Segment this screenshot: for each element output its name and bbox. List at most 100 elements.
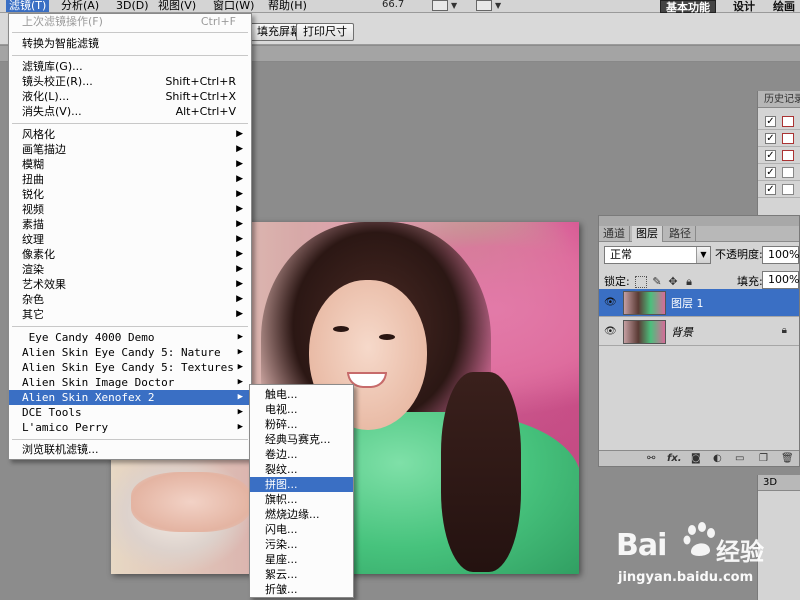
fx-icon[interactable]: fx.: [667, 453, 682, 464]
visibility-eye-icon[interactable]: 👁︎: [604, 298, 617, 308]
workspace-paint-button[interactable]: 绘画: [768, 0, 800, 13]
menu-item-render[interactable]: 渲染 ▶: [9, 262, 251, 277]
adjustment-layer-icon[interactable]: ◐: [713, 453, 722, 464]
submenu-item-burnt-edges[interactable]: 燃烧边缘...: [250, 507, 353, 522]
menu-item-lamico-perry[interactable]: L'amico Perry ▶: [9, 420, 251, 435]
workspace-design-button[interactable]: 设计: [728, 0, 760, 13]
submenu-item-wrinkle[interactable]: 折皱...: [250, 582, 353, 597]
menu-help[interactable]: 帮助(H): [265, 0, 310, 12]
menu-item-convert-smart[interactable]: 转换为智能滤镜: [9, 36, 251, 51]
menu-item-eye-candy-nature[interactable]: Alien Skin Eye Candy 5: Nature ▶: [9, 345, 251, 360]
menu-item-label: 杂色: [22, 293, 44, 306]
menu-item-label: 燃烧边缘...: [265, 508, 320, 521]
chevron-down-icon[interactable]: ▼: [495, 1, 501, 10]
submenu-item-flag[interactable]: 旗帜...: [250, 492, 353, 507]
lock-transparency-icon[interactable]: [635, 276, 647, 288]
menu-item-image-doctor[interactable]: Alien Skin Image Doctor ▶: [9, 375, 251, 390]
checkmark-icon[interactable]: ✓: [765, 133, 776, 144]
menu-item-liquify[interactable]: 液化(L)... Shift+Ctrl+X: [9, 89, 251, 104]
menu-analysis[interactable]: 分析(A): [58, 0, 102, 12]
submenu-arrow-icon: ▶: [237, 377, 243, 387]
menu-item-sharpen[interactable]: 锐化 ▶: [9, 187, 251, 202]
menu-item-browse-online[interactable]: 浏览联机滤镜...: [9, 442, 251, 457]
menu-item-stylize[interactable]: 风格化 ▶: [9, 127, 251, 142]
menu-item-pixelate[interactable]: 像素化 ▶: [9, 247, 251, 262]
fill-label: 填充:: [737, 275, 763, 288]
brush-icon[interactable]: ✎: [651, 276, 663, 288]
menu-item-artistic[interactable]: 艺术效果 ▶: [9, 277, 251, 292]
menu-item-sketch[interactable]: 素描 ▶: [9, 217, 251, 232]
menu-view[interactable]: 视图(V): [155, 0, 199, 12]
submenu-item-constellation[interactable]: 星座...: [250, 552, 353, 567]
menu-item-eye-candy-textures[interactable]: Alien Skin Eye Candy 5: Textures ▶: [9, 360, 251, 375]
panel-collapse-strip[interactable]: [599, 216, 799, 226]
submenu-item-television[interactable]: 电视...: [250, 402, 353, 417]
history-panel-title[interactable]: 历史记录: [758, 91, 800, 108]
tab-paths[interactable]: 路径: [665, 226, 696, 242]
checkmark-icon[interactable]: ✓: [765, 150, 776, 161]
submenu-item-electrify[interactable]: 触电...: [250, 387, 353, 402]
blend-mode-select[interactable]: 正常 ▼: [604, 246, 711, 264]
menu-item-eye-candy-4000[interactable]: Eye Candy 4000 Demo ▶: [9, 330, 251, 345]
tab-channels[interactable]: 通道: [599, 226, 630, 242]
lock-icon[interactable]: 🔒︎: [683, 276, 695, 288]
menu-item-noise[interactable]: 杂色 ▶: [9, 292, 251, 307]
checkmark-icon[interactable]: ✓: [765, 116, 776, 127]
menu-item-filter-gallery[interactable]: 滤镜库(G)...: [9, 59, 251, 74]
submenu-arrow-icon: ▶: [237, 362, 243, 372]
menu-item-texture[interactable]: 纹理 ▶: [9, 232, 251, 247]
checkmark-icon[interactable]: ✓: [765, 184, 776, 195]
menu-item-lens-correction[interactable]: 镜头校正(R)... Shift+Ctrl+R: [9, 74, 251, 89]
menu-filter[interactable]: 滤镜(T): [6, 0, 50, 12]
print-size-button[interactable]: 打印尺寸: [296, 23, 354, 41]
move-icon[interactable]: ✥: [667, 276, 679, 288]
submenu-item-shatter[interactable]: 粉碎...: [250, 417, 353, 432]
menu-separator: [12, 55, 248, 56]
zoom-level[interactable]: 66.7: [382, 0, 404, 10]
new-layer-icon[interactable]: ❐: [759, 453, 768, 464]
workspace-basic-button[interactable]: 基本功能: [660, 0, 716, 14]
arrange-documents-icon[interactable]: [432, 0, 448, 11]
fill-field[interactable]: 100%: [762, 271, 799, 289]
submenu-item-crumple[interactable]: 裂纹...: [250, 462, 353, 477]
history-row[interactable]: ✓: [758, 147, 800, 164]
group-folder-icon[interactable]: ▭: [735, 453, 744, 464]
lock-label: 锁定:: [604, 275, 630, 288]
screen-mode-icon[interactable]: [476, 0, 492, 11]
menu-item-label: 模糊: [22, 158, 44, 171]
tab-layers[interactable]: 图层: [632, 226, 663, 242]
visibility-eye-icon[interactable]: 👁︎: [604, 327, 617, 337]
link-layers-icon[interactable]: ⚯: [647, 453, 655, 464]
layer-row-layer1[interactable]: 👁︎ 图层 1: [599, 289, 799, 317]
layer-row-background[interactable]: 👁︎ 背景 🔒︎: [599, 318, 799, 346]
submenu-item-lightning[interactable]: 闪电...: [250, 522, 353, 537]
submenu-item-stain[interactable]: 污染...: [250, 537, 353, 552]
chevron-down-icon[interactable]: ▼: [451, 1, 457, 10]
shortcut-label: Ctrl+F: [200, 15, 236, 28]
menu-item-xenofex-2[interactable]: Alien Skin Xenofex 2 ▶: [9, 390, 251, 405]
add-mask-icon[interactable]: ◙: [691, 453, 701, 464]
menu-3d[interactable]: 3D(D): [113, 0, 152, 12]
history-row[interactable]: ✓: [758, 181, 800, 198]
submenu-item-curl[interactable]: 卷边...: [250, 447, 353, 462]
history-row[interactable]: ✓: [758, 113, 800, 130]
opacity-field[interactable]: 100%: [762, 246, 799, 264]
menu-item-last-filter[interactable]: 上次滤镜操作(F) Ctrl+F: [9, 14, 251, 29]
submenu-item-classic-mosaic[interactable]: 经典马赛克...: [250, 432, 353, 447]
menu-window[interactable]: 窗口(W): [210, 0, 257, 12]
history-row[interactable]: ✓: [758, 164, 800, 181]
menu-item-vanishing-point[interactable]: 消失点(V)... Alt+Ctrl+V: [9, 104, 251, 119]
menu-item-blur[interactable]: 模糊 ▶: [9, 157, 251, 172]
submenu-item-clouds[interactable]: 絮云...: [250, 567, 353, 582]
menu-item-other[interactable]: 其它 ▶: [9, 307, 251, 322]
menu-item-distort[interactable]: 扭曲 ▶: [9, 172, 251, 187]
menu-item-video[interactable]: 视频 ▶: [9, 202, 251, 217]
menu-item-dce-tools[interactable]: DCE Tools ▶: [9, 405, 251, 420]
trash-icon[interactable]: 🗑︎: [781, 453, 794, 464]
menu-item-label: 卷边...: [265, 448, 298, 461]
checkmark-icon[interactable]: ✓: [765, 167, 776, 178]
submenu-item-puzzle[interactable]: 拼图...: [250, 477, 353, 492]
history-row[interactable]: ✓: [758, 130, 800, 147]
3d-panel-title[interactable]: 3D: [758, 475, 800, 491]
menu-item-brush-strokes[interactable]: 画笔描边 ▶: [9, 142, 251, 157]
